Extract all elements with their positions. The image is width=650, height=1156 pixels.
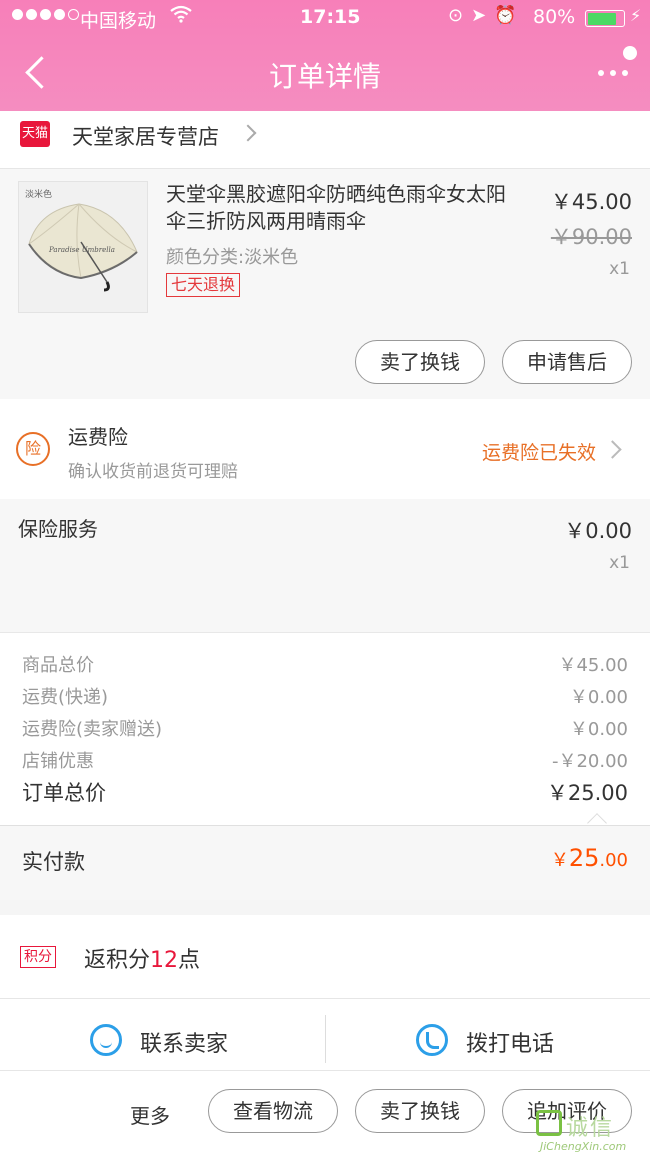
signal-icon [12,9,79,20]
product-price: ￥45.00 [550,190,632,214]
notification-dot [623,46,637,60]
view-logistics-button[interactable]: 查看物流 [208,1089,338,1133]
watermark-text-en: JiChengXin.com [540,1140,627,1153]
page-title: 订单详情 [268,60,381,93]
shipping-insurance-subtitle: 确认收货前退货可理赔 [68,462,238,482]
call-phone-button[interactable]: 拨打电话 [326,999,650,1071]
summary-value: ￥0.00 [569,687,628,708]
watermark-logo-icon [536,1110,562,1136]
shipping-insurance-status: 运费险已失效 [482,442,597,464]
paid-integer: 25 [568,844,600,872]
order-total-value: ￥25.00 [546,781,628,805]
tmall-icon: 天猫 [20,121,50,147]
points-row: 积分 返积分12点 [0,915,650,999]
summary-row-shop-discount: 店铺优惠 -￥20.00 [22,747,628,773]
paid-amount-label: 实付款 [22,850,85,874]
alarm-icon: ⏰ [494,5,525,26]
summary-row-shipping-insurance: 运费险(卖家赠送) ￥0.00 [22,715,628,741]
location-icon: ➤ [471,5,495,26]
summary-row-shipping: 运费(快递) ￥0.00 [22,683,628,709]
insurance-service-row: 保险服务 ￥0.00 x1 [0,499,650,632]
product-image-tag: 淡米色 [25,190,53,200]
summary-label: 运费险(卖家赠送) [22,719,163,740]
sell-for-cash-button-bottom[interactable]: 卖了换钱 [355,1089,485,1133]
battery-percent: 80% [533,6,576,28]
phone-icon [416,1024,448,1056]
more-menu-button[interactable] [594,44,644,84]
summary-label: 店铺优惠 [22,751,94,772]
carrier-label: 中国移动 [80,10,157,32]
order-total-label: 订单总价 [22,781,106,805]
insurance-service-price: ￥0.00 [564,519,632,543]
charging-icon: ⚡ [630,6,642,25]
insurance-icon: 险 [16,432,50,466]
svg-text:Paradise Umbrella: Paradise Umbrella [48,246,115,254]
contact-seller-label: 联系卖家 [140,1032,229,1057]
product-original-price: ￥90.00 [550,225,632,249]
product-spec: 颜色分类:淡米色 [166,247,299,268]
summary-value: -￥20.00 [551,751,628,772]
points-prefix: 返积分 [84,948,151,973]
shop-name: 天堂家居专营店 [72,125,219,149]
watermark: 诚信 JiChengXin.com [534,1110,650,1156]
product-title[interactable]: 天堂伞黑胶遮阳伞防晒纯色雨伞女太阳伞三折防风两用晴雨伞 [166,181,521,235]
shipping-insurance-row[interactable]: 险 运费险 确认收货前退货可理赔 运费险已失效 [0,399,650,499]
top-bar: 中国移动 17:15 ⊙➤⏰ 80% ⚡ 订单详情 [0,0,650,111]
umbrella-icon: Paradise Umbrella [28,203,138,292]
clock: 17:15 [300,6,361,28]
summary-label: 商品总价 [22,655,94,676]
product-card[interactable]: 淡米色 Paradise Umbrella 天堂伞黑胶遮阳伞防晒纯色雨伞女太阳伞… [0,169,650,399]
summary-row-total: 订单总价 ￥25.00 [22,777,628,807]
wifi-icon [170,4,192,28]
call-phone-label: 拨打电话 [466,1032,555,1057]
more-icon [598,70,628,76]
product-image[interactable]: 淡米色 Paradise Umbrella [18,181,148,313]
battery-icon [585,10,625,27]
status-icons: ⊙➤⏰ [448,5,525,26]
order-summary: 商品总价 ￥45.00 运费(快递) ￥0.00 运费险(卖家赠送) ￥0.00 店铺… [0,632,650,833]
summary-row-subtotal: 商品总价 ￥45.00 [22,651,628,677]
points-badge: 积分 [20,946,56,968]
watermark-text-cn: 诚信 [566,1116,615,1141]
lock-rotation-icon: ⊙ [448,5,472,26]
shipping-insurance-title: 运费险 [68,425,128,449]
summary-label: 运费(快递) [22,687,109,708]
summary-value: ￥45.00 [558,655,628,676]
shop-row[interactable]: 天猫 天堂家居专营店 [0,111,650,169]
contact-seller-button[interactable]: 联系卖家 [0,999,325,1071]
points-text: 返积分12点 [84,942,200,974]
paid-currency: ￥ [550,850,569,871]
insurance-service-quantity: x1 [609,553,630,573]
status-bar: 中国移动 17:15 ⊙➤⏰ 80% ⚡ [0,0,650,38]
after-sales-button[interactable]: 申请售后 [502,340,632,384]
sell-for-cash-button[interactable]: 卖了换钱 [355,340,485,384]
return-policy-badge: 七天退换 [166,273,241,297]
summary-value: ￥0.00 [569,719,628,740]
contact-bar: 联系卖家 拨打电话 [0,999,650,1071]
chat-icon [90,1024,122,1056]
more-button[interactable]: 更多 [130,1100,170,1129]
insurance-service-label: 保险服务 [18,517,98,541]
paid-amount-row: 实付款 ￥25.00 [0,825,650,900]
paid-decimal: .00 [599,850,628,871]
points-amount: 12 [150,948,179,973]
paid-amount-value: ￥25.00 [551,844,628,872]
chevron-right-icon [603,440,622,459]
chevron-right-icon [239,124,257,142]
points-suffix: 点 [178,948,201,973]
product-quantity: x1 [609,259,630,279]
